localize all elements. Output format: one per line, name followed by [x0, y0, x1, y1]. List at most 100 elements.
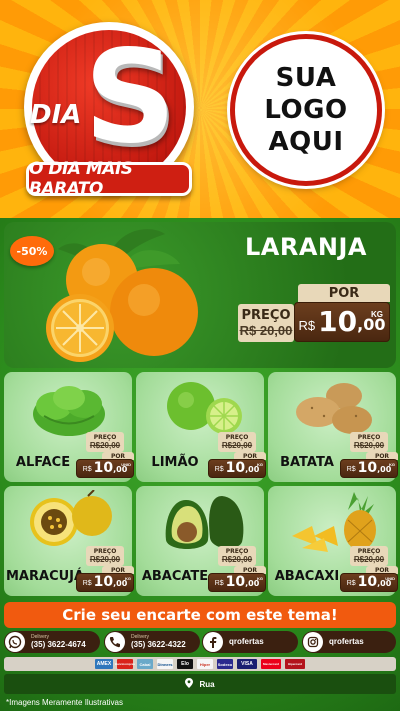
price-integer: 10 — [93, 460, 114, 476]
old-price-box: PREÇO R$20,00 — [218, 432, 256, 452]
old-price: R$ 20,00 — [239, 323, 293, 338]
old-price-box: PREÇO R$20,00 — [350, 546, 388, 566]
old-price: R$20,00 — [221, 555, 253, 564]
currency-label: R$ — [82, 466, 92, 473]
disclaimer-footnote: *Imagens Meramente Ilustrativas — [6, 698, 123, 707]
contact-value: (35) 3622-4322 — [131, 640, 186, 649]
por-label: POR — [298, 284, 390, 302]
maracuja-icon — [30, 490, 112, 546]
instagram-icon — [303, 632, 323, 652]
elo-logo: Elo — [177, 659, 193, 669]
logo-line-3: AQUI — [268, 127, 344, 157]
product-card-batata: BATATA PREÇO R$20,00 POR R$ 10,00 KG — [268, 372, 398, 482]
old-price-box: PREÇO R$20,00 — [86, 546, 124, 566]
hiper-logo: Hiper — [197, 659, 213, 669]
currency-label: R$ — [214, 580, 224, 587]
hipercard-logo: Hipercard — [285, 659, 305, 669]
product-name: BATATA — [280, 455, 334, 470]
price-integer: 10 — [225, 460, 246, 476]
old-price: R$20,00 — [89, 555, 121, 564]
price-integer: 10 — [357, 574, 378, 590]
currency-label: R$ — [346, 466, 356, 473]
featured-product-name: LARANJA — [244, 233, 367, 261]
abacaxi-icon — [292, 492, 376, 552]
product-price-tag: PREÇO R$20,00 POR R$ 10,00 UNID — [340, 546, 400, 592]
instagram-contact[interactable]: qrofertas — [302, 631, 396, 653]
preco-label: PREÇO — [225, 548, 249, 555]
price-unit: KG — [389, 462, 395, 467]
preco-label: PREÇO — [225, 434, 249, 441]
price-unit: UNID — [385, 576, 395, 581]
phone-contact[interactable]: Delivery (35) 3622-4322 — [104, 631, 200, 653]
limao-icon — [167, 382, 242, 434]
featured-price-tag: POR PREÇO R$ 20,00 R$ 10 ,00 KG — [238, 284, 390, 346]
currency-label: R$ — [214, 466, 224, 473]
contact-value: qrofertas — [229, 637, 264, 646]
old-price: R$20,00 — [353, 441, 385, 450]
preco-label: PREÇO — [357, 548, 381, 555]
logo-line-1: SUA — [275, 63, 337, 93]
new-price-box: R$ 10,00 KG — [208, 573, 266, 592]
old-price-box: PREÇO R$20,00 — [86, 432, 124, 452]
whatsapp-icon — [5, 632, 25, 652]
facebook-icon — [203, 632, 223, 652]
price-unit: KG — [371, 310, 383, 319]
product-card-maracuja: MARACUJÁ PREÇO R$20,00 POR R$ 10,00 KG — [4, 486, 134, 596]
product-price-tag: PREÇO R$20,00 POR R$ 10,00 KG — [340, 432, 400, 478]
product-name: MARACUJÁ — [6, 569, 85, 584]
new-price-box: R$ 10,00 KG — [340, 459, 398, 478]
product-card-abacate: ABACATE PREÇO R$20,00 POR R$ 10,00 KG — [136, 486, 266, 596]
product-name: ABACATE — [141, 569, 209, 584]
abacate-icon — [165, 496, 244, 549]
price-integer: 10 — [318, 305, 358, 338]
price-unit: UNID — [121, 462, 131, 467]
whatsapp-contact[interactable]: Delivery (35) 3622-4674 — [4, 631, 100, 653]
currency-label: R$ — [82, 580, 92, 587]
price-integer: 10 — [225, 574, 246, 590]
contact-value: qrofertas — [329, 637, 364, 646]
price-unit: KG — [125, 576, 131, 581]
old-price: R$20,00 — [353, 555, 385, 564]
old-price-box: PREÇO R$20,00 — [350, 432, 388, 452]
new-price-box: R$ 10,00 UNID — [340, 573, 398, 592]
contact-value: (35) 3622-4674 — [31, 640, 86, 649]
logo-placeholder: SUA LOGO AQUI — [230, 34, 382, 186]
currency-label: R$ — [298, 318, 316, 333]
old-price-box: PREÇO R$20,00 — [218, 546, 256, 566]
preco-label: PREÇO — [93, 434, 117, 441]
dinners-logo: Dinners — [157, 659, 173, 669]
preco-label: PREÇO — [357, 434, 381, 441]
payment-methods-strip: AMEX Banricompras Cabal Dinners Elo Hipe… — [4, 657, 396, 671]
address-bar: Rua — [4, 674, 396, 694]
phone-icon — [105, 632, 125, 652]
location-pin-icon — [185, 678, 194, 690]
cabal-logo: Cabal — [137, 659, 153, 669]
preco-label: PREÇO — [241, 308, 291, 323]
batata-icon — [296, 383, 372, 434]
logo-line-2: LOGO — [264, 95, 348, 125]
price-unit: KG — [257, 462, 263, 467]
new-price-box: R$ 10 ,00 KG — [294, 302, 390, 342]
banricompras-logo: Banricompras — [115, 659, 135, 669]
old-price: R$20,00 — [89, 441, 121, 450]
preco-label: PREÇO — [93, 548, 117, 555]
alface-icon — [33, 386, 105, 436]
product-card-abacaxi: ABACAXI PREÇO R$20,00 POR R$ 10,00 UNID — [268, 486, 398, 596]
facebook-contact[interactable]: qrofertas — [202, 631, 298, 653]
orange-fruit-icon — [46, 229, 198, 362]
dia-s-badge: DIA S O DIA MAIS BARATO — [24, 22, 194, 199]
product-name: LIMÃO — [151, 455, 199, 470]
price-integer: 10 — [93, 574, 114, 590]
currency-label: R$ — [346, 580, 356, 587]
product-name: ABACAXI — [274, 569, 340, 584]
badge-word: DIA — [30, 100, 82, 130]
product-card-alface: ALFACE PREÇO R$20,00 POR R$ 10,00 UNID — [4, 372, 134, 482]
new-price-box: R$ 10,00 UNID — [76, 459, 134, 478]
discount-badge: -50% — [10, 236, 54, 266]
create-flyer-button[interactable]: Crie seu encarte com este tema! — [4, 602, 396, 628]
old-price: R$20,00 — [221, 441, 253, 450]
badge-ribbon: O DIA MAIS BARATO — [26, 159, 192, 199]
visa-logo: VISA — [237, 659, 257, 669]
new-price-box: R$ 10,00 KG — [208, 459, 266, 478]
amex-logo: AMEX — [95, 659, 113, 669]
